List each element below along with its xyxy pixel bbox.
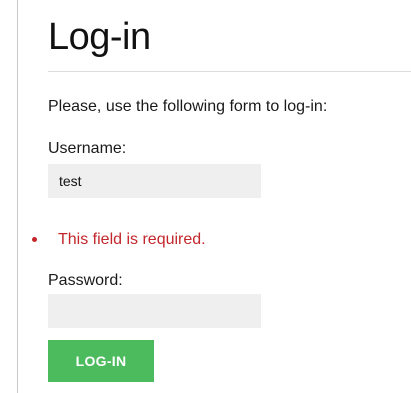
username-error-list: This field is required. [32, 230, 206, 250]
password-input[interactable] [48, 294, 261, 328]
page-title: Log-in [48, 16, 151, 58]
error-bullet-icon [32, 237, 37, 242]
error-message-text: This field is required. [58, 231, 206, 248]
intro-text: Please, use the following form to log-in… [48, 98, 328, 115]
title-divider [48, 71, 411, 72]
error-message: This field is required. [32, 230, 206, 250]
password-label: Password: [48, 272, 123, 289]
username-input[interactable] [48, 164, 261, 198]
username-label: Username: [48, 140, 127, 157]
login-button[interactable]: LOG-IN [48, 340, 154, 382]
content-left-border [17, 0, 18, 393]
